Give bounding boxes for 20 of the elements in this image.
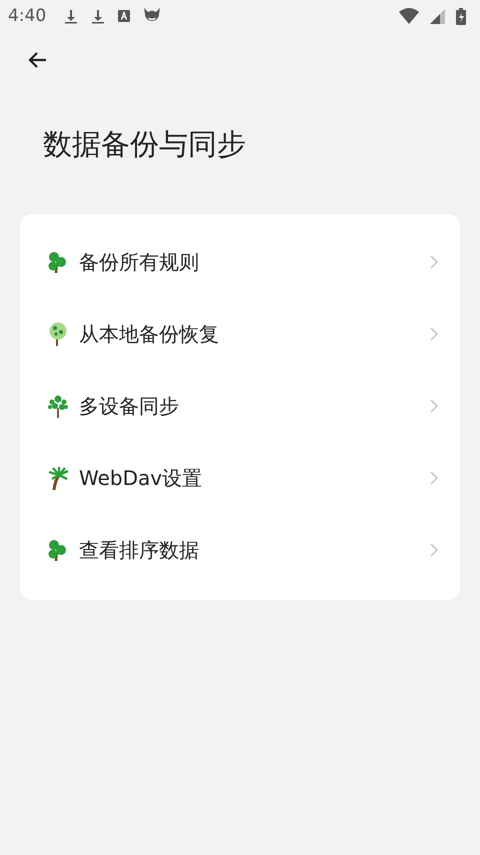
status-time: 4:40 (8, 6, 46, 26)
chevron-icon (430, 543, 438, 557)
chevron-icon (430, 327, 438, 341)
wifi-icon (399, 8, 419, 24)
battery-icon (456, 8, 466, 24)
keyboard-icon (117, 9, 132, 23)
tree-icon (46, 394, 70, 418)
chevron-icon (430, 399, 438, 413)
download-icon (90, 8, 106, 24)
chevron-icon (430, 471, 438, 485)
menu-item[interactable]: WebDav设置 (20, 442, 460, 514)
tree-icon (46, 466, 70, 490)
download-icon (63, 8, 80, 24)
menu-item[interactable]: 查看排序数据 (20, 514, 460, 586)
signal-icon (430, 8, 445, 24)
menu-item[interactable]: 从本地备份恢复 (20, 298, 460, 370)
menu-item[interactable]: 多设备同步 (20, 370, 460, 442)
chevron-icon (430, 255, 438, 269)
menu-item[interactable]: 备份所有规则 (20, 226, 460, 298)
page-title: 数据备份与同步 (43, 126, 247, 163)
